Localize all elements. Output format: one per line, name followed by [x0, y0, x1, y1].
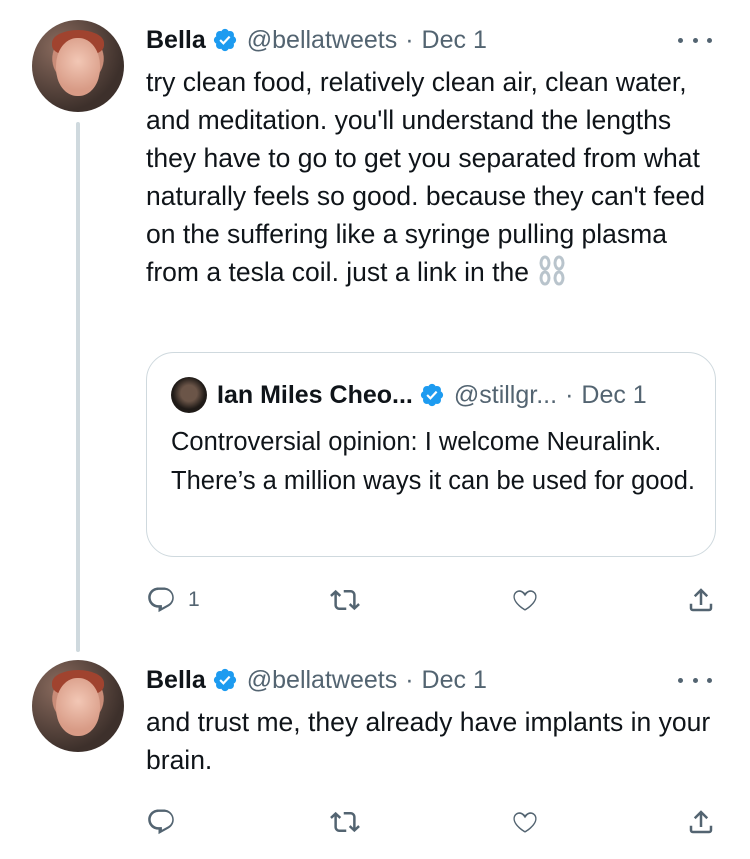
retweet-button[interactable] — [330, 580, 360, 620]
tweet[interactable]: Bella @bellatweets · Dec 1 and trust me,… — [0, 648, 750, 859]
separator-dot: · — [405, 25, 414, 54]
reply-button[interactable]: 1 — [146, 580, 200, 620]
heart-icon — [513, 590, 537, 611]
retweet-icon — [330, 811, 360, 833]
avatar[interactable] — [32, 660, 124, 752]
tweet-text-body: try clean food, relatively clean air, cl… — [146, 67, 713, 287]
author-name[interactable]: Bella — [146, 26, 206, 55]
verified-badge-icon — [213, 28, 236, 52]
retweet-icon — [330, 589, 360, 611]
tweet-text: try clean food, relatively clean air, cl… — [146, 63, 716, 291]
verified-badge-icon — [213, 668, 236, 692]
thread-line — [76, 122, 80, 652]
tweet-header: Bella @bellatweets · Dec 1 — [146, 662, 487, 698]
quote-author-handle: @stillgr... — [453, 380, 558, 409]
reply-icon — [148, 587, 174, 613]
tweet-actions: 1 — [146, 580, 726, 620]
author-name[interactable]: Bella — [146, 666, 206, 695]
tweet-date[interactable]: Dec 1 — [422, 666, 487, 695]
author-handle[interactable]: @bellatweets — [247, 26, 397, 55]
share-button[interactable] — [686, 802, 716, 842]
quote-header: Ian Miles Cheo... @stillgr... · Dec 1 — [171, 375, 647, 415]
like-button[interactable] — [510, 802, 540, 842]
separator-dot: · — [565, 380, 574, 409]
quote-text: Controversial opinion: I welcome Neurali… — [171, 428, 695, 495]
retweet-button[interactable] — [330, 802, 360, 842]
verified-badge-icon — [420, 383, 443, 407]
tweet-actions — [146, 802, 726, 842]
quote-date: Dec 1 — [581, 380, 647, 409]
heart-icon — [513, 812, 537, 833]
tweet[interactable]: Bella @bellatweets · Dec 1 try clean foo… — [0, 0, 750, 652]
tweet-header: Bella @bellatweets · Dec 1 — [146, 22, 487, 58]
chain-emoji-icon — [539, 255, 565, 286]
reply-button[interactable] — [146, 802, 176, 842]
share-icon — [689, 810, 713, 834]
avatar[interactable] — [32, 20, 124, 112]
avatar-face — [56, 38, 100, 96]
more-dots-icon[interactable] — [678, 670, 712, 690]
share-icon — [689, 588, 713, 612]
tweet-date[interactable]: Dec 1 — [422, 26, 487, 55]
more-dots-icon[interactable] — [678, 30, 712, 50]
avatar-face — [56, 678, 100, 736]
author-handle[interactable]: @bellatweets — [247, 666, 397, 695]
like-button[interactable] — [510, 580, 540, 620]
quote-author-name: Ian Miles Cheo... — [217, 380, 413, 409]
share-button[interactable] — [686, 580, 716, 620]
reply-count: 1 — [188, 588, 200, 611]
separator-dot: · — [405, 665, 414, 694]
quoted-tweet[interactable]: Ian Miles Cheo... @stillgr... · Dec 1 Co… — [146, 352, 716, 557]
quote-avatar — [171, 377, 207, 413]
tweet-text: and trust me, they already have implants… — [146, 707, 718, 775]
reply-icon — [148, 809, 174, 835]
